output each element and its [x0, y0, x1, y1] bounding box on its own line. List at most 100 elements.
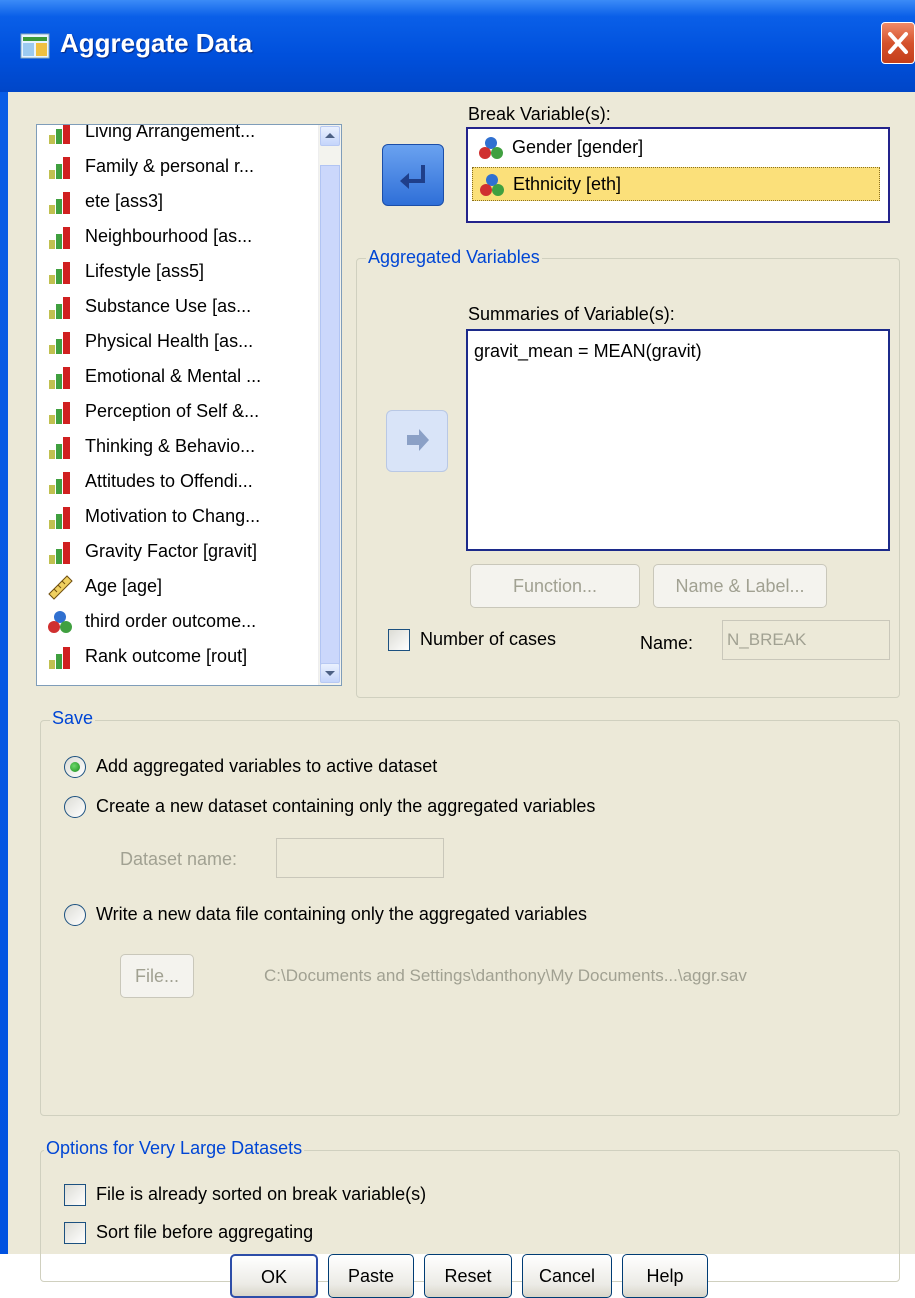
scroll-up-icon: [325, 133, 335, 138]
source-variable-label: third order outcome...: [85, 611, 257, 631]
ruler-icon: [47, 574, 73, 600]
scale-icon: [47, 434, 73, 460]
source-variable-item[interactable]: ete [ass3]: [37, 187, 319, 217]
arrow-right-icon: [407, 429, 429, 451]
dataset-name-label: Dataset name:: [120, 849, 238, 869]
nominal-icon: [479, 172, 505, 198]
break-variables-list[interactable]: Gender [gender] Ethnicity [eth]: [466, 127, 890, 223]
summary-item[interactable]: gravit_mean = MEAN(gravit): [474, 341, 702, 362]
close-button[interactable]: [881, 22, 915, 64]
source-variable-item[interactable]: Age [age]: [37, 572, 319, 602]
options-title: Options for Very Large Datasets: [44, 1138, 305, 1159]
source-variable-item[interactable]: Rank outcome [rout]: [37, 642, 319, 672]
source-variable-item[interactable]: Emotional & Mental ...: [37, 362, 319, 392]
source-variable-item[interactable]: Family & personal r...: [37, 152, 319, 182]
dataset-name-field[interactable]: [276, 838, 444, 878]
scale-icon: [47, 644, 73, 670]
source-variable-item[interactable]: Substance Use [as...: [37, 292, 319, 322]
scale-icon: [47, 294, 73, 320]
file-button[interactable]: File...: [120, 954, 194, 998]
title-bar[interactable]: Aggregate Data: [0, 0, 915, 92]
source-variable-item[interactable]: Lifestyle [ass5]: [37, 257, 319, 287]
scroll-down-button[interactable]: [320, 663, 340, 683]
create-new-dataset-radio[interactable]: [64, 796, 86, 818]
break-variables-label: Break Variable(s):: [468, 104, 611, 124]
save-title: Save: [50, 708, 96, 729]
source-variable-label: Gravity Factor [gravit]: [85, 541, 258, 561]
scale-icon: [47, 364, 73, 390]
source-variable-label: ete [ass3]: [85, 191, 164, 211]
scale-icon: [47, 154, 73, 180]
help-button[interactable]: Help: [622, 1254, 708, 1298]
ok-button[interactable]: OK: [230, 1254, 318, 1298]
name-field-label: Name:: [640, 633, 694, 653]
source-variable-label: Physical Health [as...: [85, 331, 254, 351]
file-path: C:\Documents and Settings\danthony\My Do…: [264, 966, 747, 985]
source-variable-item[interactable]: Neighbourhood [as...: [37, 222, 319, 252]
number-of-cases-checkbox[interactable]: [388, 629, 410, 651]
source-variable-item[interactable]: Attitudes to Offendi...: [37, 467, 319, 497]
window-title: Aggregate Data: [60, 28, 253, 58]
source-variable-item[interactable]: Gravity Factor [gravit]: [37, 537, 319, 567]
nominal-icon: [47, 609, 73, 635]
summaries-list[interactable]: gravit_mean = MEAN(gravit): [466, 329, 890, 551]
source-variable-item[interactable]: Physical Health [as...: [37, 327, 319, 357]
radio-selected-dot: [70, 762, 80, 772]
source-variable-item[interactable]: Perception of Self &...: [37, 397, 319, 427]
scroll-thumb[interactable]: [320, 165, 340, 665]
source-variable-list[interactable]: Living Arrangement... Family & personal r…: [36, 124, 342, 686]
source-variable-label: Lifestyle [ass5]: [85, 261, 205, 281]
aggregate-data-icon: [20, 33, 50, 59]
add-to-active-label: Add aggregated variables to active datas…: [96, 756, 438, 776]
scale-icon: [47, 259, 73, 285]
source-variable-item[interactable]: Motivation to Chang...: [37, 502, 319, 532]
source-variable-label: Living Arrangement...: [85, 124, 256, 141]
dialog-body: Living Arrangement... Family & personal r…: [8, 92, 915, 1298]
source-variable-item[interactable]: Living Arrangement...: [37, 124, 319, 147]
source-variable-label: Age [age]: [85, 576, 163, 596]
source-variable-label: Perception of Self &...: [85, 401, 260, 421]
arrow-left-icon: [400, 165, 425, 189]
scale-icon: [47, 539, 73, 565]
aggregate-data-dialog: Aggregate Data Living Arrangement... Fami…: [0, 0, 915, 1298]
source-variable-label: Thinking & Behavio...: [85, 436, 256, 456]
number-of-cases-label: Number of cases: [420, 629, 557, 649]
create-new-dataset-label: Create a new dataset containing only the…: [96, 796, 596, 816]
scroll-up-button[interactable]: [320, 126, 340, 146]
scale-icon: [47, 189, 73, 215]
source-variable-label: Emotional & Mental ...: [85, 366, 262, 386]
scale-icon: [47, 469, 73, 495]
move-to-summaries-button[interactable]: [386, 410, 448, 472]
source-variable-item[interactable]: Thinking & Behavio...: [37, 432, 319, 462]
summaries-label: Summaries of Variable(s):: [468, 304, 675, 324]
reset-button[interactable]: Reset: [424, 1254, 512, 1298]
sort-before-checkbox[interactable]: [64, 1222, 86, 1244]
nominal-icon: [478, 135, 504, 161]
cancel-button[interactable]: Cancel: [522, 1254, 612, 1298]
paste-button[interactable]: Paste: [328, 1254, 414, 1298]
write-data-file-radio[interactable]: [64, 904, 86, 926]
source-list-scrollbar[interactable]: [318, 125, 341, 685]
source-variable-label: Motivation to Chang...: [85, 506, 261, 526]
break-variable-item[interactable]: Ethnicity [eth]: [472, 167, 880, 201]
already-sorted-checkbox[interactable]: [64, 1184, 86, 1206]
source-variable-item[interactable]: third order outcome...: [37, 607, 319, 637]
sort-before-label: Sort file before aggregating: [96, 1222, 314, 1242]
already-sorted-label: File is already sorted on break variable…: [96, 1184, 427, 1204]
scale-icon: [47, 399, 73, 425]
move-to-break-button[interactable]: [382, 144, 444, 206]
scale-icon: [47, 224, 73, 250]
break-variable-item[interactable]: Gender [gender]: [472, 131, 880, 165]
source-variable-label: Rank outcome [rout]: [85, 646, 248, 666]
scale-icon: [47, 125, 73, 145]
function-button[interactable]: Function...: [470, 564, 640, 608]
aggregated-variables-title: Aggregated Variables: [366, 247, 542, 268]
scale-icon: [47, 329, 73, 355]
name-label-button[interactable]: Name & Label...: [653, 564, 827, 608]
break-variable-label: Ethnicity [eth]: [513, 174, 622, 194]
break-variable-label: Gender [gender]: [512, 137, 644, 157]
source-variable-label: Attitudes to Offendi...: [85, 471, 253, 491]
add-to-active-radio[interactable]: [64, 756, 86, 778]
scroll-down-icon: [325, 671, 335, 676]
name-field[interactable]: N_BREAK: [722, 620, 890, 660]
